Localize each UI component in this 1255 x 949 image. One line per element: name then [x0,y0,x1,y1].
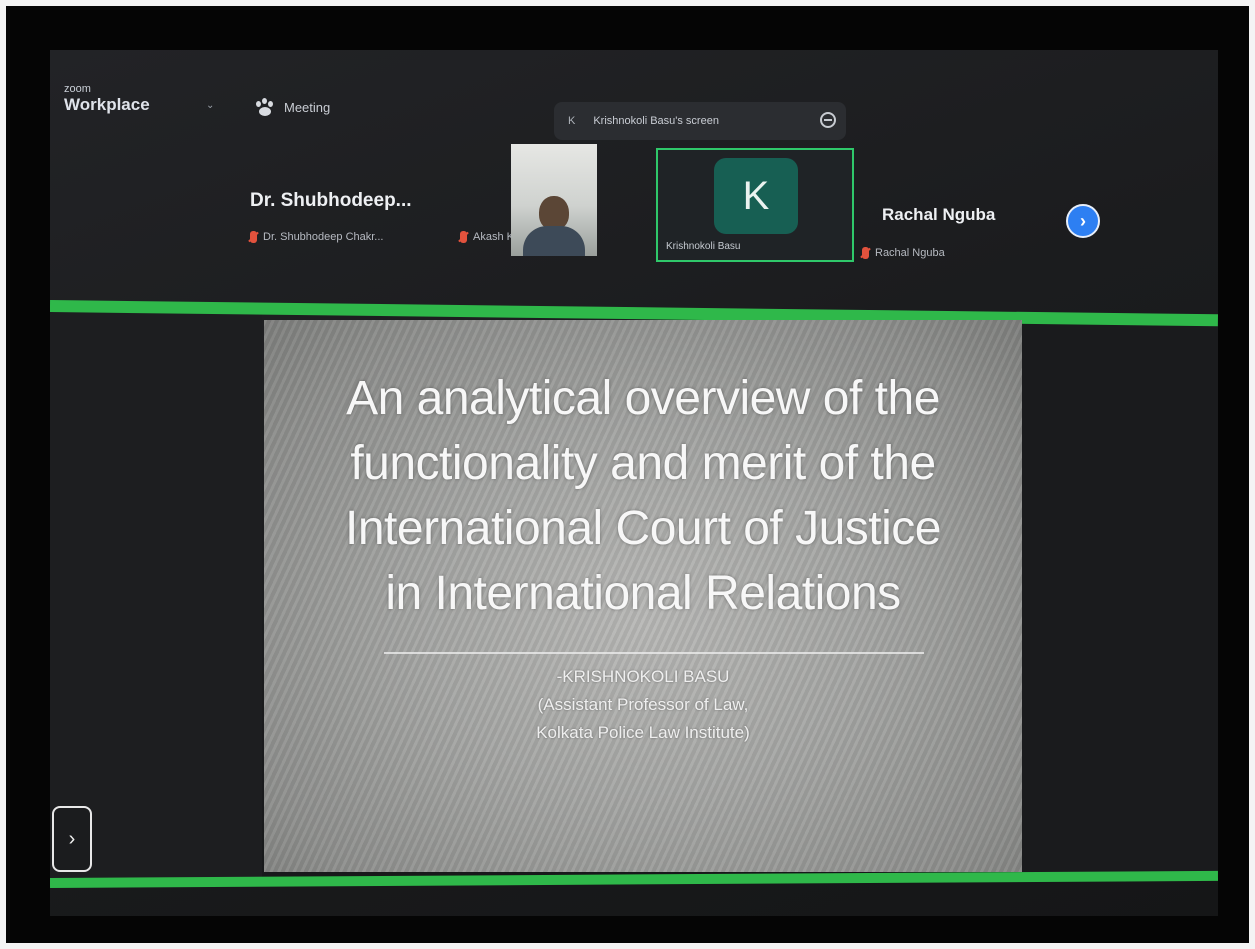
shared-slide: An analytical overview of the functional… [264,320,1022,872]
active-speaker-tile[interactable]: K Krishnokoli Basu [656,148,854,262]
share-area-left [50,312,262,878]
slide-title: An analytical overview of the functional… [284,366,1002,626]
participant-head [539,196,569,230]
avatar: K [714,158,798,234]
slide-title-line: functionality and merit of the [350,437,936,490]
brand-name: Workplace [64,95,150,114]
mic-off-icon [862,247,869,259]
expand-panel-button[interactable]: › [52,806,92,872]
meeting-label: Meeting [284,99,331,115]
screen-share-indicator[interactable]: K Krishnokoli Basu's screen [554,102,846,140]
tile-name-label: Krishnokoli Basu [666,241,741,252]
view-options-icon[interactable] [820,112,836,128]
participant-name: Dr. Shubhodeep... [250,190,412,211]
author-line: (Assistant Professor of Law, [537,695,749,714]
slide-divider [384,652,924,654]
participant-sub-label: Rachal Nguba [862,247,945,259]
participant-torso [523,226,585,256]
participant-name: Rachal Nguba [882,205,996,224]
meeting-icon [254,98,276,116]
slide-title-line: in International Relations [385,567,901,620]
participant-sub-label: Dr. Shubhodeep Chakr... [250,231,383,243]
photo-frame: zoom Workplace ⌄ Meeting K Krishnokoli B… [6,6,1249,943]
participant-video-tile[interactable] [511,144,597,256]
slide-title-line: An analytical overview of the [346,372,940,425]
author-line: -KRISHNOKOLI BASU [556,667,730,686]
share-initial: K [568,115,576,127]
zoom-workplace-logo[interactable]: zoom Workplace [64,84,150,115]
brand-small-label: zoom [64,83,91,95]
meeting-menu[interactable]: Meeting [254,98,330,116]
mic-off-icon [460,231,467,243]
participant-sub-name: Dr. Shubhodeep Chakr... [263,231,384,243]
mic-off-icon [250,231,257,243]
share-label: Krishnokoli Basu's screen [593,115,719,127]
slide-title-line: International Court of Justice [345,502,942,555]
zoom-window: zoom Workplace ⌄ Meeting K Krishnokoli B… [50,50,1218,916]
next-participants-button[interactable]: › [1066,204,1100,238]
chevron-down-icon[interactable]: ⌄ [206,100,214,111]
slide-author: -KRISHNOKOLI BASU (Assistant Professor o… [284,663,1002,747]
author-line: Kolkata Police Law Institute) [536,723,750,742]
share-area-right [1022,320,1218,878]
participant-sub-name: Rachal Nguba [875,247,945,259]
